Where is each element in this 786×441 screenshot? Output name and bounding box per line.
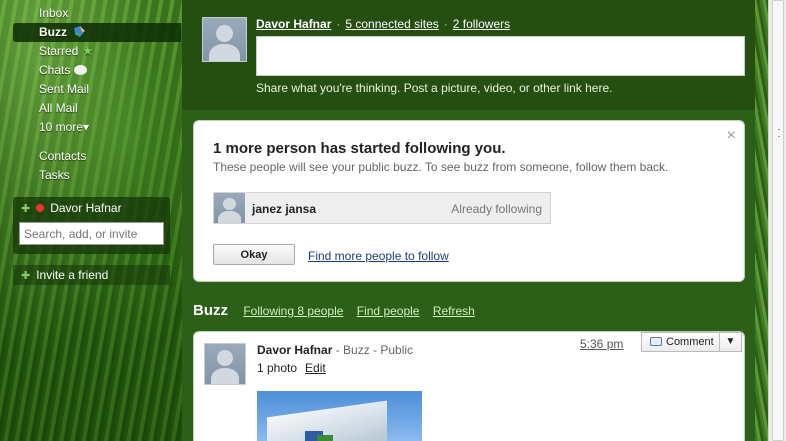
- nav-inbox[interactable]: Inbox: [13, 4, 181, 23]
- photo-count: 1 photo: [257, 361, 298, 375]
- chevron-down-icon[interactable]: ▼: [719, 333, 741, 351]
- invite-label: Invite a friend: [36, 268, 109, 282]
- following-link[interactable]: Following 8 people: [243, 304, 343, 318]
- nav-all-label: All Mail: [39, 101, 78, 115]
- chat-bubble-icon: [74, 65, 88, 75]
- nav-inbox-label: Inbox: [39, 6, 69, 20]
- buzz-title: Buzz: [193, 302, 228, 319]
- nav-gap: [13, 137, 181, 147]
- comment-label: Comment: [666, 336, 714, 348]
- connected-sites-link[interactable]: 5 connected sites: [345, 17, 438, 31]
- follower-row[interactable]: janez jansa Already following: [213, 192, 551, 224]
- main-content: Davor Hafnar · 5 connected sites · 2 followe…: [182, 0, 755, 441]
- follower-name: janez jansa: [252, 202, 317, 216]
- follower-status: Already following: [451, 202, 542, 216]
- nav-sent-label: Sent Mail: [39, 82, 90, 96]
- post-time[interactable]: 5:36 pm: [580, 337, 623, 351]
- buzz-post: Davor Hafnar - Buzz - Public 1 photo Edit…: [193, 331, 745, 441]
- share-input[interactable]: [256, 36, 745, 76]
- new-followers-card: × 1 more person has started following yo…: [193, 120, 745, 282]
- nav-starred-label: Starred: [39, 44, 79, 58]
- share-hint: Share what you're thinking. Post a pictu…: [256, 81, 613, 95]
- close-icon[interactable]: ×: [727, 127, 736, 145]
- find-people-link[interactable]: Find people: [357, 304, 420, 318]
- post-author-line: Davor Hafnar - Buzz - Public: [257, 343, 413, 357]
- profile-link[interactable]: Davor Hafnar: [256, 17, 331, 31]
- post-avatar[interactable]: [204, 343, 246, 385]
- nav-sent[interactable]: Sent Mail: [13, 80, 181, 99]
- edit-link[interactable]: Edit: [305, 361, 326, 375]
- followers-link[interactable]: 2 followers: [453, 17, 510, 31]
- scrollbar-thumb[interactable]: [772, 0, 784, 441]
- invite-panel[interactable]: ✚ Invite a friend: [13, 265, 170, 285]
- left-sidebar: Inbox Buzz Starred ★ Chats Sent Mail All …: [0, 0, 182, 441]
- nav-starred[interactable]: Starred ★: [13, 42, 181, 61]
- scrollbar-grip: [778, 129, 780, 137]
- avatar[interactable]: [202, 17, 247, 62]
- share-area: Davor Hafnar · 5 connected sites · 2 followe…: [182, 0, 755, 110]
- post-meta: - Buzz - Public: [332, 343, 414, 357]
- follower-avatar: [214, 193, 245, 223]
- separator: ·: [443, 17, 448, 31]
- comment-button[interactable]: Comment ▼: [641, 332, 742, 352]
- nav-tasks[interactable]: Tasks: [13, 166, 181, 185]
- nav-tasks-label: Tasks: [39, 168, 70, 182]
- nav-list: Inbox Buzz Starred ★ Chats Sent Mail All …: [13, 4, 181, 185]
- chat-search-input[interactable]: [19, 222, 164, 245]
- expand-icon[interactable]: ✚: [21, 203, 30, 215]
- find-more-people-link[interactable]: Find more people to follow: [308, 249, 449, 263]
- chat-panel: ✚ Davor Hafnar: [13, 197, 170, 254]
- okay-button[interactable]: Okay: [213, 244, 295, 265]
- flag-emblem-green: [317, 435, 333, 441]
- chat-status[interactable]: ✚ Davor Hafnar: [13, 197, 170, 219]
- nav-chats[interactable]: Chats: [13, 61, 181, 80]
- buzz-icon: [74, 26, 86, 37]
- card-subtitle: These people will see your public buzz. …: [213, 160, 669, 174]
- card-title: 1 more person has started following you.: [213, 140, 506, 157]
- vertical-scrollbar[interactable]: [768, 0, 786, 441]
- post-info: 1 photo Edit: [257, 361, 326, 375]
- refresh-link[interactable]: Refresh: [433, 304, 475, 318]
- nav-more-label: 10 more▾: [39, 120, 90, 134]
- buzz-header: Buzz Following 8 people Find people Refr…: [193, 302, 485, 319]
- chat-username: Davor Hafnar: [50, 201, 122, 215]
- theme-background-strip: [755, 0, 768, 441]
- nav-chats-label: Chats: [39, 63, 71, 77]
- nav-more[interactable]: 10 more▾: [13, 118, 181, 137]
- comment-icon: [650, 337, 662, 346]
- nav-all-mail[interactable]: All Mail: [13, 99, 181, 118]
- star-icon: ★: [82, 44, 94, 58]
- status-dot-icon[interactable]: [36, 204, 45, 212]
- share-meta: Davor Hafnar · 5 connected sites · 2 followe…: [256, 17, 510, 31]
- nav-contacts[interactable]: Contacts: [13, 147, 181, 166]
- nav-contacts-label: Contacts: [39, 149, 87, 163]
- separator: ·: [336, 17, 341, 31]
- expand-icon: ✚: [21, 270, 31, 282]
- nav-buzz-label: Buzz: [39, 25, 67, 39]
- post-photo[interactable]: [257, 391, 422, 441]
- nav-buzz[interactable]: Buzz: [13, 23, 181, 42]
- post-author[interactable]: Davor Hafnar: [257, 343, 332, 357]
